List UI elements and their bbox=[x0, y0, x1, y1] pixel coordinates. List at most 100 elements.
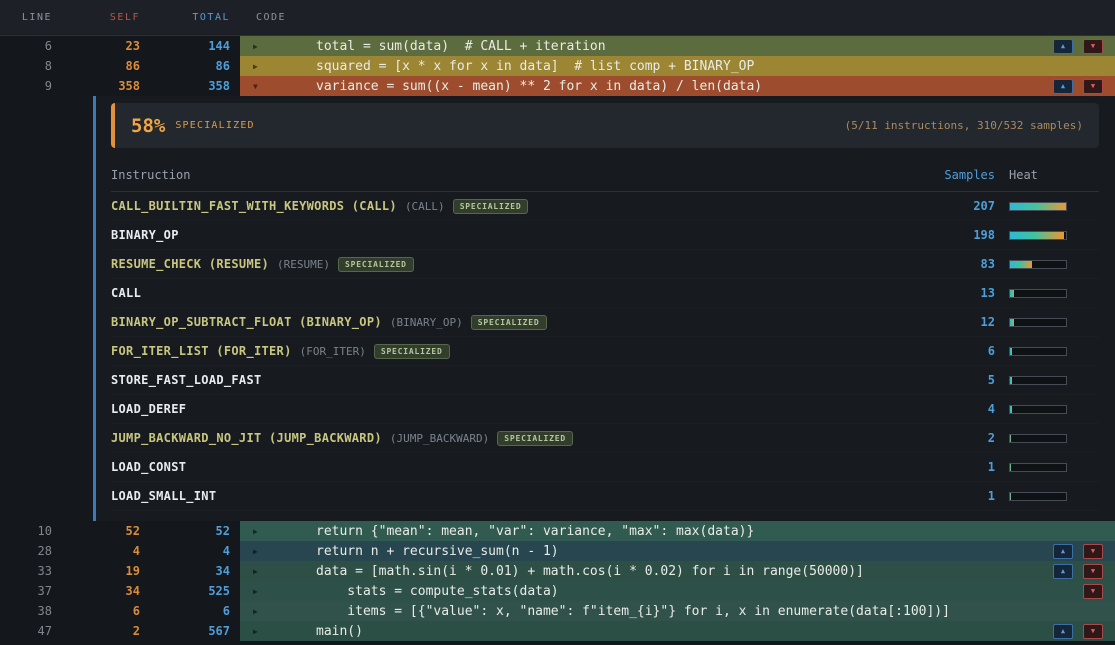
code-text: main() bbox=[316, 624, 363, 639]
total-samples: 144 bbox=[145, 36, 238, 56]
expand-marker-icon[interactable]: ▶ bbox=[240, 627, 316, 636]
jump-down-button[interactable]: ▼ bbox=[1083, 39, 1103, 54]
code-row[interactable]: 47 2 567 ▶ main() ▲ ▼ bbox=[0, 621, 1115, 641]
jump-up-button[interactable]: ▲ bbox=[1053, 564, 1073, 579]
instruction-family: (JUMP_BACKWARD) bbox=[390, 432, 489, 445]
line-number: 8 bbox=[0, 56, 60, 76]
instruction-samples: 207 bbox=[899, 199, 1009, 213]
code-cell[interactable]: ▶ stats = compute_stats(data) ▼ bbox=[240, 581, 1115, 601]
self-samples: 52 bbox=[60, 521, 145, 541]
heat-bar bbox=[1009, 202, 1067, 211]
heat-column-header: Heat bbox=[1009, 168, 1099, 182]
expand-marker-icon[interactable]: ▶ bbox=[240, 547, 316, 556]
jump-down-button[interactable]: ▼ bbox=[1083, 544, 1103, 559]
instruction-name: LOAD_CONST bbox=[111, 460, 186, 474]
code-text: total = sum(data) # CALL + iteration bbox=[316, 39, 606, 54]
code-cell[interactable]: ▶ squared = [x * x for x in data] # list… bbox=[240, 56, 1115, 76]
code-row-expanded[interactable]: 9 358 358 ▼ variance = sum((x - mean) **… bbox=[0, 76, 1115, 96]
code-text: stats = compute_stats(data) bbox=[316, 584, 559, 599]
self-samples: 358 bbox=[60, 76, 145, 96]
instruction-name: CALL bbox=[111, 286, 141, 300]
specialization-detail: (5/11 instructions, 310/532 samples) bbox=[845, 119, 1083, 132]
collapse-marker-icon[interactable]: ▼ bbox=[240, 82, 316, 91]
instruction-family: (BINARY_OP) bbox=[390, 316, 463, 329]
instruction-name: STORE_FAST_LOAD_FAST bbox=[111, 373, 262, 387]
code-row[interactable]: 28 4 4 ▶ return n + recursive_sum(n - 1)… bbox=[0, 541, 1115, 561]
code-cell[interactable]: ▶ items = [{"value": x, "name": f"item_{… bbox=[240, 601, 1115, 621]
expand-marker-icon[interactable]: ▶ bbox=[240, 62, 316, 71]
total-samples: 6 bbox=[145, 601, 238, 621]
code-cell[interactable]: ▶ data = [math.sin(i * 0.01) + math.cos(… bbox=[240, 561, 1115, 581]
instruction-row: STORE_FAST_LOAD_FAST 5 bbox=[111, 366, 1099, 395]
specialized-badge: SPECIALIZED bbox=[497, 431, 573, 446]
jump-up-button[interactable]: ▲ bbox=[1053, 624, 1073, 639]
total-samples: 525 bbox=[145, 581, 238, 601]
instruction-samples: 6 bbox=[899, 344, 1009, 358]
code-text: return {"mean": mean, "var": variance, "… bbox=[316, 524, 754, 539]
code-row[interactable]: 8 86 86 ▶ squared = [x * x for x in data… bbox=[0, 56, 1115, 76]
specialized-label: SPECIALIZED bbox=[175, 120, 254, 131]
expand-marker-icon[interactable]: ▶ bbox=[240, 527, 316, 536]
code-row[interactable]: 10 52 52 ▶ return {"mean": mean, "var": … bbox=[0, 521, 1115, 541]
heat-bar bbox=[1009, 463, 1067, 472]
jump-down-button[interactable]: ▼ bbox=[1083, 79, 1103, 94]
column-header-self: SELF bbox=[60, 12, 145, 23]
instruction-samples: 13 bbox=[899, 286, 1009, 300]
specialization-banner: 58% SPECIALIZED (5/11 instructions, 310/… bbox=[111, 103, 1099, 148]
heat-bar bbox=[1009, 318, 1067, 327]
profiler-view: { "header": { "line": "LINE", "self": "S… bbox=[0, 0, 1115, 645]
total-samples: 34 bbox=[145, 561, 238, 581]
instruction-family: (RESUME) bbox=[277, 258, 330, 271]
instruction-name: FOR_ITER_LIST (FOR_ITER) bbox=[111, 344, 292, 358]
instruction-row: BINARY_OP_SUBTRACT_FLOAT (BINARY_OP) (BI… bbox=[111, 308, 1099, 337]
code-row[interactable]: 38 6 6 ▶ items = [{"value": x, "name": f… bbox=[0, 601, 1115, 621]
code-cell[interactable]: ▶ main() ▲ ▼ bbox=[240, 621, 1115, 641]
jump-down-button[interactable]: ▼ bbox=[1083, 584, 1103, 599]
expand-marker-icon[interactable]: ▶ bbox=[240, 587, 316, 596]
instruction-row: CALL 13 bbox=[111, 279, 1099, 308]
jump-up-button[interactable]: ▲ bbox=[1053, 79, 1073, 94]
self-samples: 86 bbox=[60, 56, 145, 76]
self-samples: 34 bbox=[60, 581, 145, 601]
instruction-samples: 1 bbox=[899, 489, 1009, 503]
jump-down-button[interactable]: ▼ bbox=[1083, 564, 1103, 579]
instruction-name: LOAD_DEREF bbox=[111, 402, 186, 416]
line-number: 9 bbox=[0, 76, 60, 96]
total-samples: 4 bbox=[145, 541, 238, 561]
heat-bar bbox=[1009, 260, 1067, 269]
code-row[interactable]: 37 34 525 ▶ stats = compute_stats(data) … bbox=[0, 581, 1115, 601]
instruction-row: FOR_ITER_LIST (FOR_ITER) (FOR_ITER) SPEC… bbox=[111, 337, 1099, 366]
code-text: items = [{"value": x, "name": f"item_{i}… bbox=[316, 604, 950, 619]
code-text: squared = [x * x for x in data] # list c… bbox=[316, 59, 754, 74]
expand-marker-icon[interactable]: ▶ bbox=[240, 42, 316, 51]
instruction-name: BINARY_OP_SUBTRACT_FLOAT (BINARY_OP) bbox=[111, 315, 382, 329]
jump-up-button[interactable]: ▲ bbox=[1053, 39, 1073, 54]
instruction-table-header: Instruction Samples Heat bbox=[111, 158, 1099, 192]
column-headers: LINE SELF TOTAL CODE bbox=[0, 0, 1115, 36]
code-cell[interactable]: ▶ total = sum(data) # CALL + iteration ▲… bbox=[240, 36, 1115, 56]
expand-marker-icon[interactable]: ▶ bbox=[240, 567, 316, 576]
instruction-row: BINARY_OP 198 bbox=[111, 221, 1099, 250]
instruction-family: (FOR_ITER) bbox=[300, 345, 366, 358]
column-header-line: LINE bbox=[0, 12, 60, 23]
expand-marker-icon[interactable]: ▶ bbox=[240, 607, 316, 616]
heat-bar bbox=[1009, 492, 1067, 501]
code-row[interactable]: 33 19 34 ▶ data = [math.sin(i * 0.01) + … bbox=[0, 561, 1115, 581]
jump-up-button[interactable]: ▲ bbox=[1053, 544, 1073, 559]
code-row[interactable]: 6 23 144 ▶ total = sum(data) # CALL + it… bbox=[0, 36, 1115, 56]
instruction-detail-panel: 58% SPECIALIZED (5/11 instructions, 310/… bbox=[93, 96, 1115, 521]
code-cell[interactable]: ▼ variance = sum((x - mean) ** 2 for x i… bbox=[240, 76, 1115, 96]
code-cell[interactable]: ▶ return {"mean": mean, "var": variance,… bbox=[240, 521, 1115, 541]
line-number: 37 bbox=[0, 581, 60, 601]
jump-down-button[interactable]: ▼ bbox=[1083, 624, 1103, 639]
total-samples: 358 bbox=[145, 76, 238, 96]
heat-bar bbox=[1009, 289, 1067, 298]
heat-bar bbox=[1009, 376, 1067, 385]
code-cell[interactable]: ▶ return n + recursive_sum(n - 1) ▲ ▼ bbox=[240, 541, 1115, 561]
instruction-row: LOAD_DEREF 4 bbox=[111, 395, 1099, 424]
instruction-samples: 5 bbox=[899, 373, 1009, 387]
instruction-samples: 1 bbox=[899, 460, 1009, 474]
instruction-samples: 2 bbox=[899, 431, 1009, 445]
column-header-code: CODE bbox=[238, 12, 1115, 23]
column-header-total: TOTAL bbox=[145, 12, 238, 23]
